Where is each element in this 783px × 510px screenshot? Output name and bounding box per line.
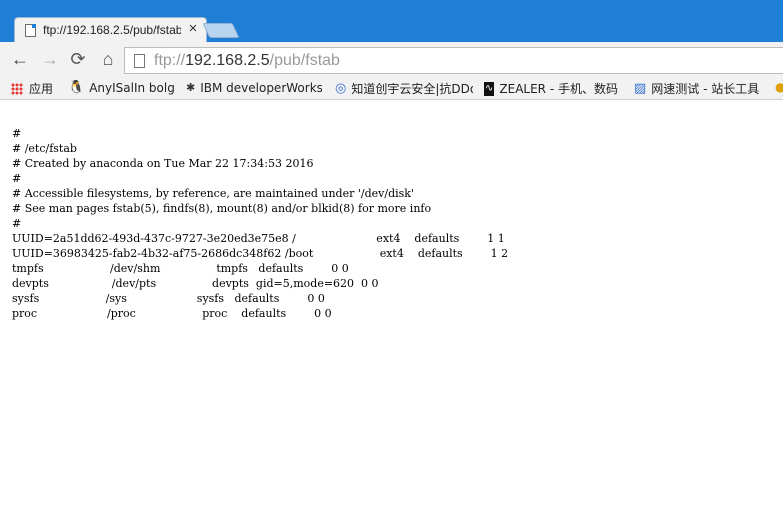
file-line: devpts /dev/pts devpts gid=5,mode=620 0 … xyxy=(12,277,379,290)
file-line: # Created by anaconda on Tue Mar 22 17:3… xyxy=(12,157,314,170)
swirl-icon: ◎ xyxy=(335,80,347,96)
file-line: UUID=2a51dd62-493d-437c-9727-3e20ed3e75e… xyxy=(12,232,505,245)
url-host: 192.168.2.5 xyxy=(185,52,270,69)
file-line: proc /proc proc defaults 0 0 xyxy=(12,307,332,320)
file-line: # xyxy=(12,127,22,140)
tab-close-icon[interactable]: × xyxy=(185,21,201,37)
file-line: sysfs /sys sysfs defaults 0 0 xyxy=(12,292,325,305)
browser-toolbar: ← → ⟳ ⌂ ftp://192.168.2.5/pub/fstab xyxy=(0,42,783,76)
bookmark-speedtest[interactable]: ▨ 网速测试 - 站长工具 xyxy=(634,80,770,96)
bookmark-ibm[interactable]: ✱ IBM developerWorks xyxy=(186,80,322,96)
bookmark-anyisalin[interactable]: 🐧 AnyISalIn bolg xyxy=(68,80,174,96)
address-bar[interactable]: ftp://192.168.2.5/pub/fstab xyxy=(124,47,783,74)
bookmark-apps[interactable]: 应用 xyxy=(11,80,61,96)
page-content: # # /etc/fstab # Created by anaconda on Tu… xyxy=(0,101,783,510)
reload-icon[interactable]: ⟳ xyxy=(67,49,89,69)
zealer-icon: ∿ xyxy=(484,81,495,96)
file-line: # xyxy=(12,172,22,185)
fstab-file-content: # # /etc/fstab # Created by anaconda on Tu… xyxy=(12,126,508,321)
bookmark-overflow-icon[interactable]: ● xyxy=(775,80,783,96)
file-line: # xyxy=(12,217,22,230)
window-titlebar: ftp://192.168.2.5/pub/fstab × xyxy=(0,0,783,42)
apps-grid-icon xyxy=(11,82,23,95)
bookmark-label: 网速测试 - 站长工具 xyxy=(651,82,760,96)
bookmark-zhidao[interactable]: ◎ 知道创宇云安全|抗DDoS xyxy=(335,80,473,96)
file-line: # Accessible filesystems, by reference, … xyxy=(12,187,414,200)
bookmark-label: ZEALER - 手机、数码 xyxy=(499,82,618,96)
new-tab-button[interactable] xyxy=(202,23,240,38)
back-arrow-icon[interactable]: ← xyxy=(9,49,31,69)
url-path: /pub/fstab xyxy=(269,52,340,69)
linux-penguin-icon: 🐧 xyxy=(68,80,85,95)
tab-title: ftp://192.168.2.5/pub/fstab xyxy=(43,23,181,37)
page-document-icon xyxy=(134,54,145,68)
bookmark-label: AnyISalIn bolg xyxy=(89,80,174,95)
bookmarks-bar: 应用 🐧 AnyISalIn bolg ✱ IBM developerWorks ◎… xyxy=(0,76,783,100)
bookmark-zealer[interactable]: ∿ ZEALER - 手机、数码 xyxy=(484,80,621,96)
page-favicon-icon xyxy=(25,24,36,37)
url-scheme: ftp:// xyxy=(154,52,186,69)
bookmark-label: 知道创宇云安全|抗DDoS xyxy=(351,82,473,96)
file-line: UUID=36983425-fab2-4b32-af75-2686dc348f6… xyxy=(12,247,509,260)
browser-tab[interactable]: ftp://192.168.2.5/pub/fstab × xyxy=(14,17,207,42)
ibm-icon: ✱ xyxy=(186,80,196,94)
file-line: # /etc/fstab xyxy=(12,142,77,155)
file-line: # See man pages fstab(5), findfs(8), mou… xyxy=(12,202,432,215)
forward-arrow-icon[interactable]: → xyxy=(39,49,61,69)
file-line: tmpfs /dev/shm tmpfs defaults 0 0 xyxy=(12,262,349,275)
speedtest-icon: ▨ xyxy=(634,80,647,96)
bookmark-label: IBM developerWorks xyxy=(200,80,322,95)
home-icon[interactable]: ⌂ xyxy=(97,49,119,69)
address-url[interactable]: ftp://192.168.2.5/pub/fstab xyxy=(154,52,340,70)
bookmark-label: 应用 xyxy=(29,82,54,96)
